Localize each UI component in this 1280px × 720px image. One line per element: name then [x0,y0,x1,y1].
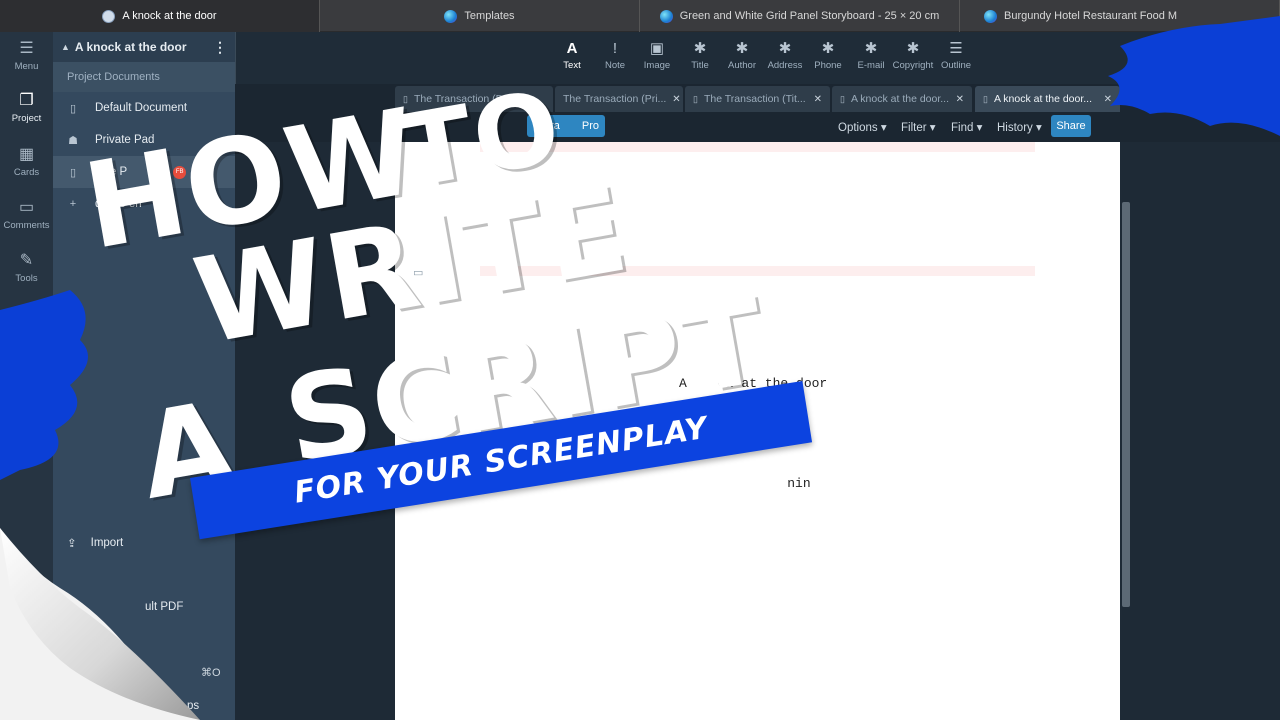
text-icon: A [566,40,578,57]
document-icon: ▯ [69,102,77,115]
page-curl-graphic [0,528,200,720]
asterisk-icon: ✱ [735,40,749,57]
rail-label: Project [11,113,42,124]
doc-tab-title: The Transaction (Tit... [703,93,806,105]
tool-label: E-mail [857,60,885,71]
browser-tab-title: Templates [464,10,515,22]
document-icon: ▯ [69,166,77,179]
rail-label: Cards [13,167,40,178]
browser-tab-title: Green and White Grid Panel Storyboard - … [679,10,940,22]
tool-label: Title [691,60,709,71]
comment-icon: ▭ [18,199,35,216]
close-icon[interactable]: ✕ [956,94,964,105]
asterisk-icon: ✱ [906,40,920,57]
history-label: History [997,122,1033,134]
options-label: Options [838,122,878,134]
share-button[interactable]: Share [1051,115,1091,137]
browser-tab-storyboard[interactable]: Green and White Grid Panel Storyboard - … [640,0,960,32]
wrench-icon: ✎ [19,252,34,269]
tool-label: Address [767,60,803,71]
tool-label: Author [728,60,756,71]
history-menu[interactable]: History ▾ [997,120,1042,134]
project-title: A knock at the door [74,40,187,54]
pro-label: Pro [581,120,599,132]
doc-tab-title: A knock at the door... [850,93,950,105]
canva-icon [444,9,458,23]
rail-label: Tools [15,273,38,284]
tool-label: Note [604,60,626,71]
tool-label: Outline [940,60,972,71]
asterisk-icon: ✱ [693,40,707,57]
rail-comments[interactable]: ▭ Comments [0,199,53,231]
caret-up-icon: ▲ [61,42,70,52]
tool-label: Phone [814,60,842,71]
find-label: Find [951,122,974,134]
close-icon[interactable]: ✕ [672,94,680,105]
outline-icon: ☰ [949,40,963,57]
document-icon: ▯ [840,93,845,104]
browser-tab-templates[interactable]: Templates [320,0,640,32]
browser-tab-strip: A knock at the door Templates Green and … [0,0,1280,32]
options-menu[interactable]: Options ▾ [838,120,887,134]
editor-scrollbar[interactable] [1122,202,1130,607]
rail-label: Menu [14,61,39,72]
project-header[interactable]: ▲ A knock at the door ⋮ [53,32,235,62]
browser-tab-writerduet[interactable]: A knock at the door [0,0,320,32]
find-menu[interactable]: Find ▾ [951,120,982,134]
tool-label: Copyright [892,60,934,71]
project-icon: ❐ [19,92,34,109]
rail-cards[interactable]: ▦ Cards [0,146,53,178]
rail-project[interactable]: ❐ Project [0,92,53,124]
doc-tab-title: The Transaction (Pri... [563,93,667,105]
asterisk-icon: ✱ [864,40,878,57]
doc-tab[interactable]: ▯ A knock at the door... ✕ [832,86,972,112]
asterisk-icon: ✱ [778,40,792,57]
section-label: Project Documents [53,62,235,92]
doc-tab[interactable]: ▯ The Transaction (Tit... ✕ [685,86,830,112]
close-icon[interactable]: ✕ [814,94,822,105]
document-icon: ▯ [983,93,988,104]
rail-label: Comments [3,220,50,231]
rail-tools[interactable]: ✎ Tools [0,252,53,284]
doc-tab[interactable]: The Transaction (Pri... ✕ [555,86,683,112]
kebab-menu-icon[interactable]: ⋮ [213,39,227,56]
tool-outline[interactable]: ☰ Outline [931,40,981,71]
browser-tab-title: A knock at the door [122,10,217,22]
grid-icon: ▦ [18,146,35,163]
writerduet-icon [102,9,116,23]
brush-stroke-top-right [1108,16,1280,136]
note-icon: ! [612,40,618,57]
screen: A knock at the door Templates Green and … [0,0,1280,720]
doc-tab-title: A knock at the door... [993,93,1093,105]
document-icon: ▯ [693,93,698,104]
plus-icon: + [69,198,77,210]
filter-label: Filter [901,122,927,134]
tool-label: Text [563,60,581,71]
hamburger-icon: ☰ [19,40,34,57]
asterisk-icon: ✱ [821,40,835,57]
doc-item-label: Default Document [95,102,188,114]
brush-stroke-left [0,290,88,480]
canva-icon [984,9,997,23]
canva-icon [659,9,673,23]
filter-menu[interactable]: Filter ▾ [901,120,936,134]
tool-label: Image [643,60,671,71]
rail-menu[interactable]: ☰ Menu [0,40,53,72]
author-line: nin [717,476,811,491]
shortcut-label: ⌘O [201,666,221,679]
image-icon: ▣ [649,40,665,57]
